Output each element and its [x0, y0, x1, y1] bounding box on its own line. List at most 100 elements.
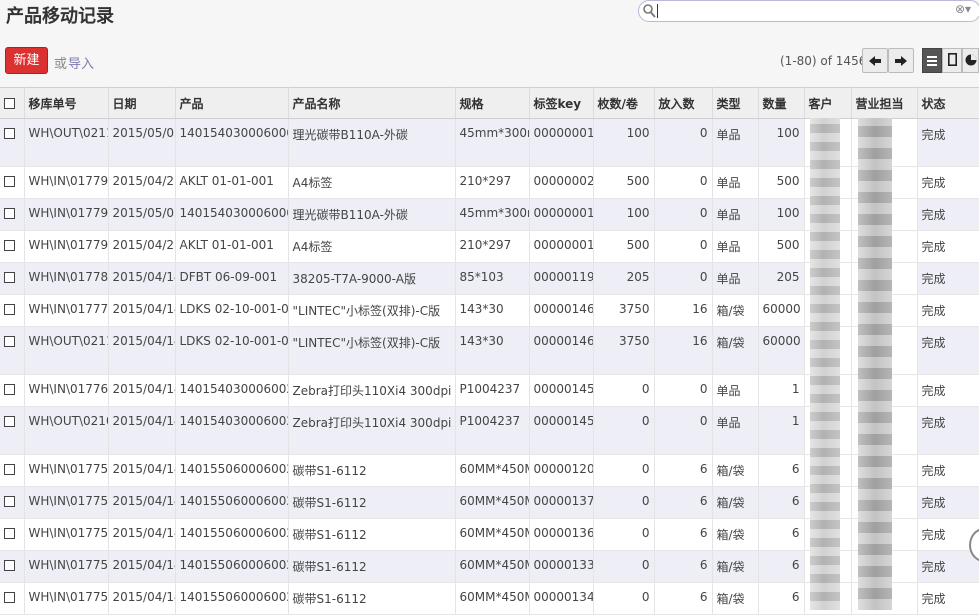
spec-cell: 60MM*450M [455, 550, 530, 583]
type-cell: 单品 [712, 118, 759, 167]
product-cell: 1401540300060020 [175, 406, 289, 455]
list-view-button[interactable] [922, 48, 942, 73]
search-input[interactable]: ⊗▾ [638, 0, 979, 22]
spec-cell: 210*297 [455, 166, 530, 199]
ref-cell: WH\IN\01779 [24, 230, 109, 263]
search-options-icon[interactable]: ⊗▾ [955, 2, 971, 16]
tag-key-cell: 00000002 [529, 166, 594, 199]
date-cell: 2015/05/05 [108, 198, 176, 231]
status-cell: 完成 [917, 230, 979, 263]
per-roll-cell: 100 [593, 118, 655, 167]
date-cell: 2015/04/14 [108, 406, 176, 455]
quantity-cell: 6 [758, 550, 805, 583]
checkbox[interactable] [4, 240, 15, 251]
pager-next-button[interactable] [888, 48, 914, 73]
checkbox[interactable] [4, 98, 15, 109]
checkbox[interactable] [4, 272, 15, 283]
checkbox[interactable] [4, 336, 15, 347]
column-header[interactable]: 标签key [529, 87, 594, 119]
put-in-cell: 6 [654, 550, 713, 583]
column-header[interactable]: 数量 [758, 87, 805, 119]
select-all-checkbox[interactable] [0, 87, 25, 119]
product-cell: 1401550600060022 [175, 550, 289, 583]
form-view-button[interactable] [942, 48, 962, 73]
tag-key-cell: 00000145 [529, 406, 594, 455]
product-name-cell: 碳带S1-6112 [288, 518, 456, 551]
put-in-cell: 0 [654, 230, 713, 263]
status-cell: 完成 [917, 486, 979, 519]
row-select[interactable] [0, 198, 25, 231]
import-link[interactable]: 导入 [68, 53, 94, 72]
date-cell: 2015/04/14 [108, 454, 176, 487]
row-select[interactable] [0, 550, 25, 583]
per-roll-cell: 205 [593, 262, 655, 295]
column-header[interactable]: 状态 [917, 87, 979, 119]
checkbox[interactable] [4, 592, 15, 603]
column-header[interactable]: 规格 [455, 87, 530, 119]
product-name-cell: A4标签 [288, 166, 456, 199]
row-select[interactable] [0, 326, 25, 375]
per-roll-cell: 0 [593, 550, 655, 583]
checkbox[interactable] [4, 384, 15, 395]
graph-view-button[interactable] [962, 48, 979, 73]
column-header[interactable]: 产品名称 [288, 87, 456, 119]
ref-cell: WH\IN\01779 [24, 166, 109, 199]
spec-cell: P1004237 [455, 406, 530, 455]
product-cell: LDKS 02-10-001-02 [175, 326, 289, 375]
checkbox[interactable] [4, 560, 15, 571]
type-cell: 单品 [712, 262, 759, 295]
checkbox[interactable] [4, 464, 15, 475]
page-title: 产品移动记录 [6, 6, 114, 27]
pager-previous-button[interactable] [862, 48, 888, 73]
row-select[interactable] [0, 486, 25, 519]
pager-value[interactable]: (1-80) of 14568 [780, 54, 874, 68]
checkbox[interactable] [4, 176, 15, 187]
product-name-cell: 碳带S1-6112 [288, 550, 456, 583]
type-cell: 单品 [712, 166, 759, 199]
status-cell: 完成 [917, 550, 979, 583]
column-header[interactable]: 放入数 [654, 87, 713, 119]
per-roll-cell: 3750 [593, 294, 655, 327]
checkbox[interactable] [4, 304, 15, 315]
new-button[interactable]: 新建 [5, 47, 48, 74]
put-in-cell: 0 [654, 198, 713, 231]
type-cell: 单品 [712, 230, 759, 263]
column-header[interactable]: 营业担当 [851, 87, 918, 119]
row-select[interactable] [0, 518, 25, 551]
column-header[interactable]: 产品 [175, 87, 289, 119]
column-header[interactable]: 客户 [804, 87, 852, 119]
put-in-cell: 16 [654, 326, 713, 375]
product-cell: 1401550600060022 [175, 518, 289, 551]
status-cell: 完成 [917, 198, 979, 231]
row-select[interactable] [0, 166, 25, 199]
ref-cell: WH\OUT\02111 [24, 118, 109, 167]
column-header[interactable]: 枚数/卷 [593, 87, 655, 119]
quantity-cell: 500 [758, 230, 805, 263]
checkbox[interactable] [4, 496, 15, 507]
ref-cell: WH\IN\01775 [24, 486, 109, 519]
row-select[interactable] [0, 294, 25, 327]
column-header[interactable]: 日期 [108, 87, 176, 119]
row-select[interactable] [0, 406, 25, 455]
product-name-cell: A4标签 [288, 230, 456, 263]
put-in-cell: 6 [654, 454, 713, 487]
row-select[interactable] [0, 262, 25, 295]
product-cell: LDKS 02-10-001-02 [175, 294, 289, 327]
checkbox[interactable] [4, 208, 15, 219]
checkbox[interactable] [4, 128, 15, 139]
checkbox[interactable] [4, 416, 15, 427]
product-name-cell: 理光碳带B110A-外碳 [288, 198, 456, 231]
tag-key-cell: 00000001 [529, 118, 594, 167]
checkbox[interactable] [4, 528, 15, 539]
status-cell: 完成 [917, 326, 979, 375]
quantity-cell: 100 [758, 118, 805, 167]
column-header[interactable]: 移库单号 [24, 87, 109, 119]
row-select[interactable] [0, 118, 25, 167]
column-header[interactable]: 类型 [712, 87, 759, 119]
status-cell: 完成 [917, 262, 979, 295]
row-select[interactable] [0, 230, 25, 263]
row-select[interactable] [0, 374, 25, 407]
row-select[interactable] [0, 454, 25, 487]
ref-cell: WH\IN\01775 [24, 518, 109, 551]
arrow-left-icon [869, 51, 881, 70]
